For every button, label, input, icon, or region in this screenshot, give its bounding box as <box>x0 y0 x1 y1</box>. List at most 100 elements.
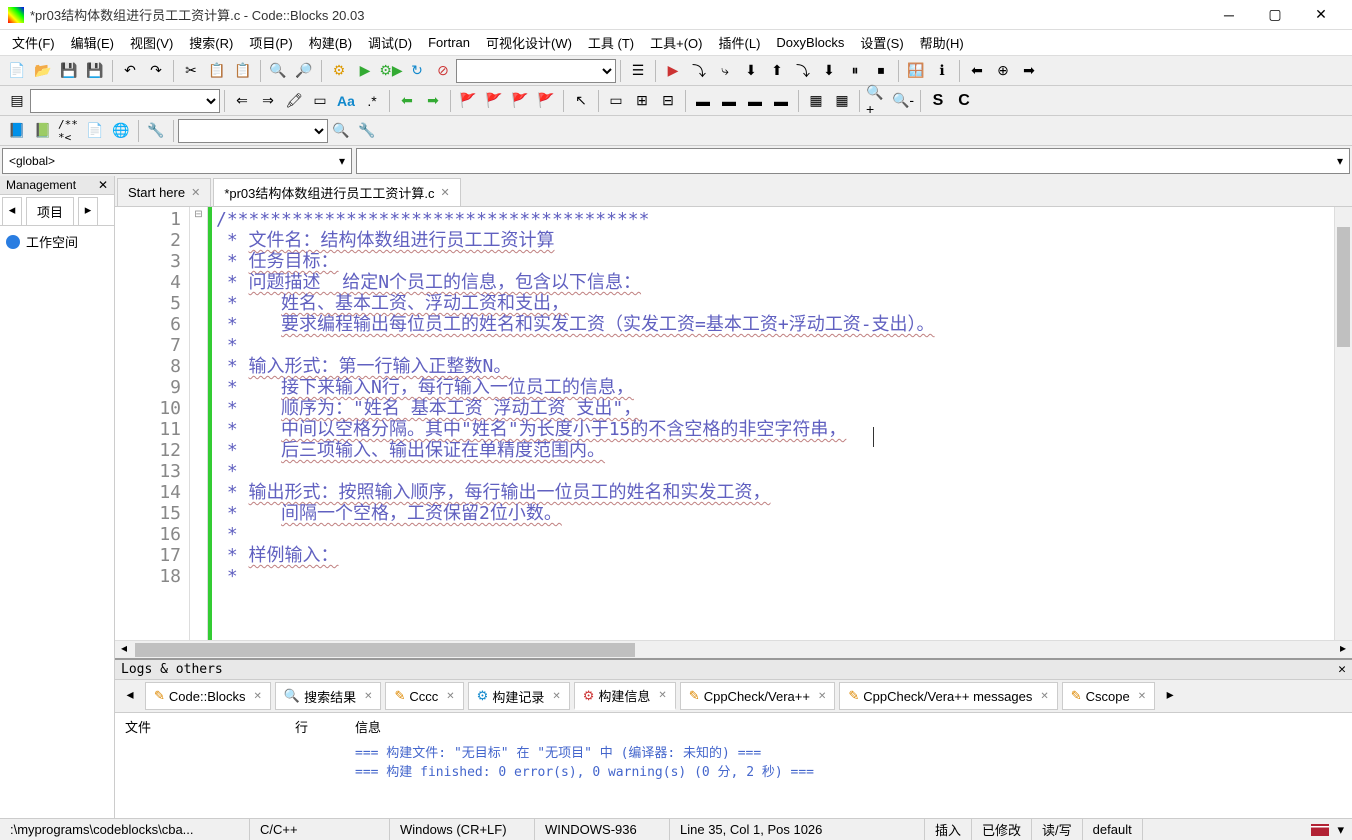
vertical-scrollbar[interactable] <box>1334 207 1352 640</box>
run-icon[interactable]: ▶ <box>353 59 377 83</box>
menu-build[interactable]: 构建(B) <box>301 30 360 55</box>
menu-wxsmith[interactable]: 可视化设计(W) <box>478 30 580 55</box>
menu-edit[interactable]: 编辑(E) <box>63 30 122 55</box>
block2-icon[interactable]: ▦ <box>830 89 854 113</box>
next-line-icon[interactable]: ⤷ <box>713 59 737 83</box>
options-icon[interactable]: 🔧 <box>355 119 379 143</box>
bookmark-next-icon[interactable]: 🚩 <box>508 89 532 113</box>
doxy-block-icon[interactable]: 📗 <box>31 119 55 143</box>
tab-close-icon[interactable]: ✕ <box>191 186 200 199</box>
redo-icon[interactable]: ↷ <box>144 59 168 83</box>
zoom-in-icon[interactable]: 🔍+ <box>865 89 889 113</box>
management-close-icon[interactable]: ✕ <box>98 178 108 192</box>
view1-icon[interactable]: ▭ <box>604 89 628 113</box>
step-into-instr-icon[interactable]: ⬇ <box>817 59 841 83</box>
logs-tab-cppcheck-msg[interactable]: ✎CppCheck/Vera++ messages✕ <box>839 682 1057 710</box>
menu-view[interactable]: 视图(V) <box>122 30 181 55</box>
mgmt-tab-left[interactable]: ◂ <box>2 197 22 225</box>
mgmt-tab-project[interactable]: 项目 <box>26 197 74 225</box>
logs-tab-right[interactable]: ▸ <box>1158 682 1182 706</box>
undo-icon[interactable]: ↶ <box>118 59 142 83</box>
highlight-icon[interactable]: 🖍 <box>282 89 306 113</box>
split4-icon[interactable]: ▬ <box>769 89 793 113</box>
tab-close-icon[interactable]: ✕ <box>441 186 450 199</box>
save-all-icon[interactable]: 💾 <box>83 59 107 83</box>
menu-toolsplus[interactable]: 工具+(O) <box>642 30 710 55</box>
abort-icon[interactable]: ⊘ <box>431 59 455 83</box>
nav-icon[interactable]: ▤ <box>5 89 29 113</box>
stop-debug-icon[interactable]: ⏹ <box>869 59 893 83</box>
horizontal-scrollbar[interactable]: ◂▸ <box>115 640 1352 658</box>
bookmark-toggle-icon[interactable]: 🚩 <box>456 89 480 113</box>
close-button[interactable]: ✕ <box>1298 0 1344 30</box>
minimize-button[interactable]: ─ <box>1206 0 1252 30</box>
fold-gutter[interactable]: ⊟ <box>190 207 208 640</box>
menu-help[interactable]: 帮助(H) <box>912 30 972 55</box>
next-icon[interactable]: ⇒ <box>256 89 280 113</box>
new-file-icon[interactable]: 📄 <box>5 59 29 83</box>
bookmark-prev-icon[interactable]: 🚩 <box>482 89 506 113</box>
bookmark-clear-icon[interactable]: 🚩 <box>534 89 558 113</box>
save-icon[interactable]: 💾 <box>57 59 81 83</box>
menu-search[interactable]: 搜索(R) <box>181 30 241 55</box>
split1-icon[interactable]: ▬ <box>691 89 715 113</box>
logs-body[interactable]: 文件 行 信息 === 构建文件: "无目标" 在 "无项目" 中 (编译器: … <box>115 713 1352 818</box>
doxy-combo[interactable] <box>178 119 328 143</box>
next-instr-icon[interactable]: ⤵ <box>791 59 815 83</box>
workspace-node[interactable]: 工作空间 <box>6 232 108 251</box>
menu-tools[interactable]: 工具 (T) <box>580 30 642 55</box>
open-icon[interactable]: 📂 <box>31 59 55 83</box>
fwd-icon[interactable]: ➡ <box>421 89 445 113</box>
menu-debug[interactable]: 调试(D) <box>360 30 420 55</box>
block1-icon[interactable]: ▦ <box>804 89 828 113</box>
code-editor[interactable]: 123456789101112131415161718 ⊟ /*********… <box>115 207 1352 640</box>
view2-icon[interactable]: ⊞ <box>630 89 654 113</box>
build-target-combo[interactable] <box>456 59 616 83</box>
copy-icon[interactable]: 📋 <box>205 59 229 83</box>
menu-project[interactable]: 项目(P) <box>241 30 300 55</box>
menu-file[interactable]: 文件(F) <box>4 30 63 55</box>
zoom-out-icon[interactable]: 🔍- <box>891 89 915 113</box>
mgmt-tab-right[interactable]: ▸ <box>78 197 98 225</box>
maximize-button[interactable]: ▢ <box>1252 0 1298 30</box>
view3-icon[interactable]: ⊟ <box>656 89 680 113</box>
build-run-icon[interactable]: ⚙▶ <box>379 59 403 83</box>
tab-start-here[interactable]: Start here ✕ <box>117 178 211 206</box>
logs-tab-codeblocks[interactable]: ✎Code::Blocks✕ <box>145 682 271 710</box>
menu-doxy[interactable]: DoxyBlocks <box>768 32 852 53</box>
match-case-icon[interactable]: Aa <box>334 89 358 113</box>
source-icon[interactable]: S <box>926 89 950 113</box>
select-icon[interactable]: ↖ <box>569 89 593 113</box>
debug-continue-icon[interactable]: ▶ <box>661 59 685 83</box>
various-info-icon[interactable]: ℹ <box>930 59 954 83</box>
back-icon[interactable]: ⬅ <box>395 89 419 113</box>
class-icon[interactable]: C <box>952 89 976 113</box>
step-out-icon[interactable]: ⬆ <box>765 59 789 83</box>
doxy-html-icon[interactable]: 🌐 <box>109 119 133 143</box>
doxy-file-icon[interactable]: 📄 <box>83 119 107 143</box>
menu-plugins[interactable]: 插件(L) <box>711 30 769 55</box>
clear-highlight-icon[interactable]: ▭ <box>308 89 332 113</box>
logs-close-icon[interactable]: ✕ <box>1338 662 1346 677</box>
doxy-icon[interactable]: 📘 <box>5 119 29 143</box>
find-icon[interactable]: 🔍 <box>266 59 290 83</box>
jump-mark-icon[interactable]: ⊕ <box>991 59 1015 83</box>
prev-icon[interactable]: ⇐ <box>230 89 254 113</box>
break-debug-icon[interactable]: ⏸ <box>843 59 867 83</box>
code-content[interactable]: /***************************************… <box>212 207 1334 640</box>
logs-tab-build-log[interactable]: ⚙构建记录✕ <box>468 682 570 710</box>
logs-tab-search[interactable]: 🔍搜索结果✕ <box>275 682 382 710</box>
scope-combo[interactable]: <global> ▾ <box>2 148 352 174</box>
show-info-icon[interactable]: ☰ <box>626 59 650 83</box>
menu-settings[interactable]: 设置(S) <box>852 30 911 55</box>
search-combo[interactable] <box>30 89 220 113</box>
menu-fortran[interactable]: Fortran <box>420 32 478 53</box>
debug-windows-icon[interactable]: 🪟 <box>904 59 928 83</box>
ime-flag-icon[interactable] <box>1311 824 1329 836</box>
logs-tab-cppcheck[interactable]: ✎CppCheck/Vera++✕ <box>680 682 836 710</box>
rebuild-icon[interactable]: ↻ <box>405 59 429 83</box>
function-combo[interactable]: ▾ <box>356 148 1350 174</box>
regex-icon[interactable]: .* <box>360 89 384 113</box>
split2-icon[interactable]: ▬ <box>717 89 741 113</box>
logs-tab-build-msg[interactable]: ⚙构建信息✕ <box>574 682 676 710</box>
